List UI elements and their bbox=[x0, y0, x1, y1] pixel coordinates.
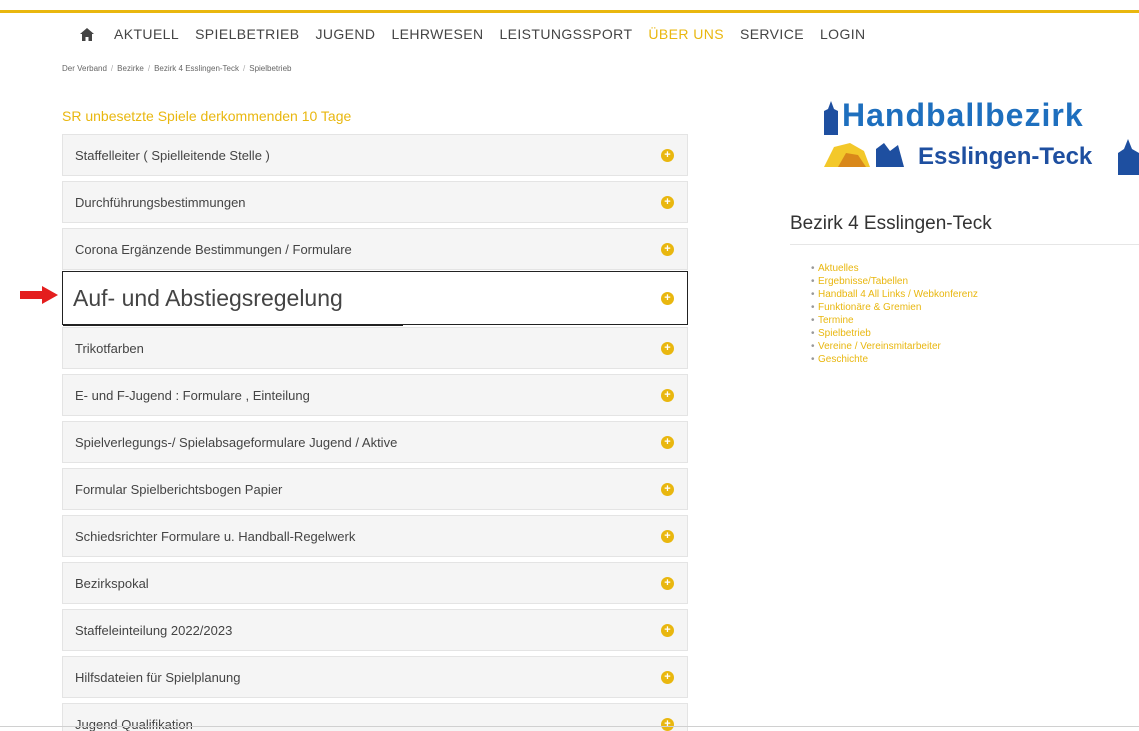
main-nav: AKTUELL SPIELBETRIEB JUGEND LEHRWESEN LE… bbox=[80, 24, 882, 44]
accordion-item-corona[interactable]: Corona Ergänzende Bestimmungen / Formula… bbox=[62, 228, 688, 270]
red-arrow-icon bbox=[20, 286, 58, 309]
accordion-label: Auf- und Abstiegsregelung bbox=[73, 284, 343, 311]
sidebar-link-termine[interactable]: Termine bbox=[811, 314, 978, 327]
section-title-link[interactable]: SR unbesetzte Spiele derkommenden 10 Tag… bbox=[62, 108, 351, 124]
breadcrumb-item[interactable]: Spielbetrieb bbox=[249, 64, 291, 73]
sidebar-link-aktuelles[interactable]: Aktuelles bbox=[811, 262, 978, 275]
accordion-label: Formular Spielberichtsbogen Papier bbox=[75, 481, 283, 497]
logo-emblem-icon bbox=[824, 143, 904, 167]
accordion-label: Jugend Qualifikation bbox=[75, 716, 193, 731]
nav-item-jugend[interactable]: JUGEND bbox=[315, 26, 375, 42]
accordion-item-durchfuehrungsbestimmungen[interactable]: Durchführungsbestimmungen + bbox=[62, 181, 688, 223]
accordion-item-ef-jugend[interactable]: E- und F-Jugend : Formulare , Einteilung… bbox=[62, 374, 688, 416]
top-accent-bar bbox=[0, 10, 1139, 13]
sidebar-links: Aktuelles Ergebnisse/Tabellen Handball 4… bbox=[811, 262, 978, 366]
nav-item-service[interactable]: SERVICE bbox=[740, 26, 804, 42]
accordion-label: Schiedsrichter Formulare u. Handball-Reg… bbox=[75, 528, 356, 544]
logo-tower-icon bbox=[824, 101, 838, 135]
expand-icon[interactable]: + bbox=[661, 149, 674, 162]
accordion-item-schiedsrichter[interactable]: Schiedsrichter Formulare u. Handball-Reg… bbox=[62, 515, 688, 557]
accordion-label: Staffelleiter ( Spielleitende Stelle ) bbox=[75, 147, 270, 163]
expand-icon[interactable]: + bbox=[661, 342, 674, 355]
accordion-item-hilfsdateien[interactable]: Hilfsdateien für Spielplanung + bbox=[62, 656, 688, 698]
accordion-label: Trikotfarben bbox=[75, 340, 144, 356]
accordion-item-staffelleiter[interactable]: Staffelleiter ( Spielleitende Stelle ) + bbox=[62, 134, 688, 176]
expand-icon[interactable]: + bbox=[661, 530, 674, 543]
logo-text-line1: Handballbezirk bbox=[842, 97, 1084, 133]
nav-item-spielbetrieb[interactable]: SPIELBETRIEB bbox=[195, 26, 299, 42]
sidebar-title: Bezirk 4 Esslingen-Teck bbox=[790, 213, 992, 234]
accordion-item-spielverlegung[interactable]: Spielverlegungs-/ Spielabsageformulare J… bbox=[62, 421, 688, 463]
expand-icon[interactable]: + bbox=[661, 389, 674, 402]
nav-item-leistungssport[interactable]: LEISTUNGSSPORT bbox=[499, 26, 632, 42]
accordion-item-bezirkspokal[interactable]: Bezirkspokal + bbox=[62, 562, 688, 604]
expand-icon[interactable]: + bbox=[661, 718, 674, 731]
logo-tower-right-icon bbox=[1118, 139, 1139, 175]
sidebar-link-geschichte[interactable]: Geschichte bbox=[811, 353, 978, 366]
accordion-label: Staffeleinteilung 2022/2023 bbox=[75, 622, 233, 638]
accordion-label: E- und F-Jugend : Formulare , Einteilung bbox=[75, 387, 310, 403]
nav-item-ueber-uns[interactable]: ÜBER UNS bbox=[648, 26, 724, 42]
expand-icon[interactable]: + bbox=[661, 624, 674, 637]
expand-icon[interactable]: + bbox=[661, 436, 674, 449]
sidebar-link-ergebnisse[interactable]: Ergebnisse/Tabellen bbox=[811, 275, 978, 288]
expand-icon[interactable]: + bbox=[661, 671, 674, 684]
accordion-label: Spielverlegungs-/ Spielabsageformulare J… bbox=[75, 434, 398, 450]
accordion-item-trikotfarben[interactable]: Trikotfarben + bbox=[62, 327, 688, 369]
accordion-label: Durchführungsbestimmungen bbox=[75, 194, 246, 210]
highlight-underline bbox=[63, 324, 403, 326]
nav-item-login[interactable]: LOGIN bbox=[820, 26, 866, 42]
home-icon[interactable] bbox=[80, 26, 98, 42]
accordion-item-staffeleinteilung[interactable]: Staffeleinteilung 2022/2023 + bbox=[62, 609, 688, 651]
expand-icon[interactable]: + bbox=[661, 196, 674, 209]
accordion-item-auf-und-abstieg[interactable]: Auf- und Abstiegsregelung + bbox=[62, 271, 688, 326]
breadcrumb-item[interactable]: Der Verband bbox=[62, 64, 107, 73]
accordion-label: Hilfsdateien für Spielplanung bbox=[75, 669, 241, 685]
nav-item-lehrwesen[interactable]: LEHRWESEN bbox=[391, 26, 483, 42]
nav-item-aktuell[interactable]: AKTUELL bbox=[114, 26, 179, 42]
expand-icon[interactable]: + bbox=[661, 577, 674, 590]
logo-text-line2: Esslingen-Teck bbox=[918, 143, 1093, 170]
breadcrumb: Der Verband / Bezirke / Bezirk 4 Esslingen-T… bbox=[62, 64, 292, 73]
window-bottom-divider bbox=[0, 726, 1139, 727]
accordion: Staffelleiter ( Spielleitende Stelle ) + … bbox=[62, 134, 688, 731]
accordion-label: Bezirkspokal bbox=[75, 575, 149, 591]
accordion-item-spielberichtsbogen[interactable]: Formular Spielberichtsbogen Papier + bbox=[62, 468, 688, 510]
breadcrumb-item[interactable]: Bezirke bbox=[117, 64, 144, 73]
sidebar-link-funktionaere[interactable]: Funktionäre & Gremien bbox=[811, 301, 978, 314]
accordion-label: Corona Ergänzende Bestimmungen / Formula… bbox=[75, 241, 352, 257]
expand-icon[interactable]: + bbox=[661, 483, 674, 496]
sidebar-link-spielbetrieb[interactable]: Spielbetrieb bbox=[811, 327, 978, 340]
sidebar-link-vereine[interactable]: Vereine / Vereinsmitarbeiter bbox=[811, 340, 978, 353]
expand-icon[interactable]: + bbox=[661, 243, 674, 256]
breadcrumb-item[interactable]: Bezirk 4 Esslingen-Teck bbox=[154, 64, 239, 73]
sidebar-divider bbox=[790, 244, 1139, 245]
expand-icon[interactable]: + bbox=[661, 292, 674, 305]
sidebar-link-handball4all[interactable]: Handball 4 All Links / Webkonferenz bbox=[811, 288, 978, 301]
site-logo[interactable]: Handballbezirk Esslingen-Teck bbox=[820, 95, 1139, 195]
